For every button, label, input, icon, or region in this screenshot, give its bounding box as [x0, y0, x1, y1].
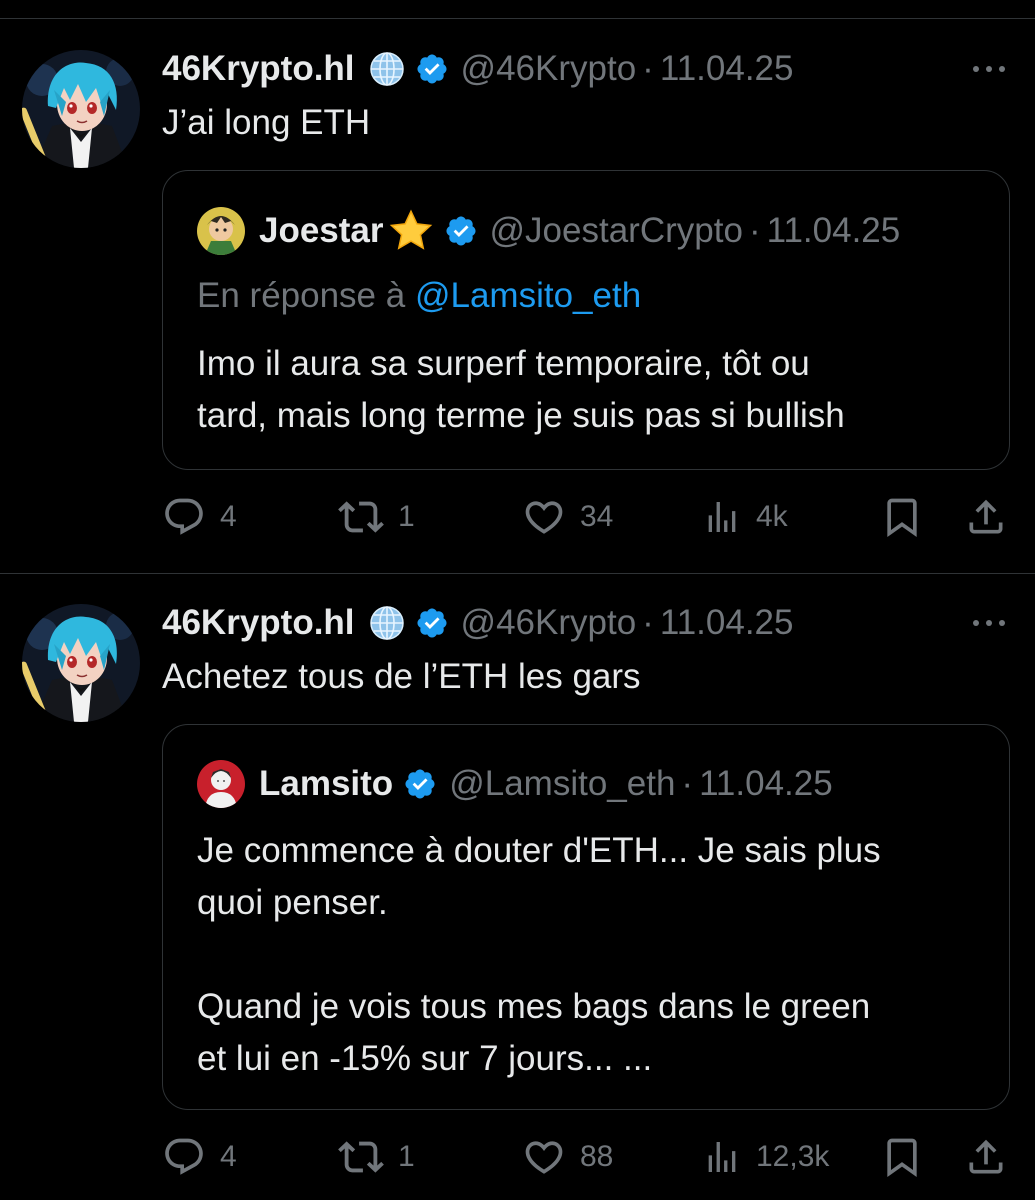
- like-button[interactable]: 34: [522, 494, 613, 540]
- like-count: 88: [580, 1140, 614, 1173]
- repost-count: 1: [398, 500, 415, 533]
- quoted-author-handle: @JoestarCrypto: [489, 211, 743, 250]
- reply-mention-link[interactable]: @Lamsito_eth: [415, 276, 641, 315]
- reply-count: 4: [220, 1140, 237, 1173]
- bookmark-button[interactable]: [880, 1134, 924, 1180]
- quoted-author-avatar: [197, 760, 245, 808]
- quoted-text-line: Je commence à douter d'ETH... Je sais pl…: [197, 831, 881, 870]
- verified-badge-icon: [444, 214, 478, 248]
- share-button[interactable]: [964, 494, 1008, 540]
- reply-icon: [162, 1135, 206, 1179]
- quoted-author-name: Joestar: [259, 211, 384, 250]
- star-emoji-icon: [388, 209, 434, 253]
- repost-icon: [338, 494, 384, 540]
- quoted-text-line: quoi penser.: [197, 883, 388, 922]
- quoted-tweet-date: 11.04.25: [766, 211, 901, 250]
- heart-icon: [522, 1135, 566, 1179]
- quoted-tweet-date: 11.04.25: [699, 764, 833, 803]
- separator-dot: ·: [642, 49, 654, 88]
- tweet-text: J’ai long ETH: [162, 103, 371, 142]
- reply-icon: [162, 495, 206, 539]
- verified-badge-icon: [403, 767, 437, 801]
- views-count: 4k: [756, 500, 788, 533]
- separator-dot: ·: [748, 211, 761, 250]
- like-count: 34: [580, 500, 614, 533]
- author-handle[interactable]: @46Krypto: [461, 603, 637, 643]
- share-icon: [964, 1135, 1008, 1179]
- more-options-icon[interactable]: [973, 613, 1005, 633]
- separator-dot: ·: [681, 764, 694, 803]
- separator-dot: ·: [642, 603, 654, 642]
- verified-badge-icon: [415, 606, 449, 640]
- views-button[interactable]: 12,3k: [702, 1134, 829, 1180]
- quoted-tweet[interactable]: Joestar @JoestarCrypto · 11.04.25 En rép…: [162, 170, 1010, 470]
- author-avatar[interactable]: [22, 604, 140, 722]
- tweet-header: 46Krypto.hl @46Krypto · 11.04.25: [162, 46, 793, 92]
- quoted-text-line: Imo il aura sa surperf temporaire, tôt o…: [197, 344, 810, 383]
- quoted-tweet-header: Joestar @JoestarCrypto · 11.04.25: [197, 207, 901, 255]
- views-icon: [702, 1137, 742, 1177]
- globe-icon: [369, 605, 405, 641]
- repost-count: 1: [398, 1140, 415, 1173]
- views-count: 12,3k: [756, 1140, 830, 1173]
- repost-button[interactable]: 1: [338, 1134, 415, 1180]
- share-button[interactable]: [964, 1134, 1008, 1180]
- more-options-icon[interactable]: [973, 59, 1005, 79]
- author-handle[interactable]: @46Krypto: [461, 49, 637, 89]
- reply-button[interactable]: 4: [162, 1134, 237, 1180]
- author-avatar[interactable]: [22, 50, 140, 168]
- quoted-tweet-text: Imo il aura sa surperf temporaire, tôt o…: [197, 338, 845, 442]
- quoted-text-line: tard, mais long terme je suis pas si bul…: [197, 396, 845, 435]
- quoted-tweet[interactable]: Lamsito @Lamsito_eth · 11.04.25 Je comme…: [162, 724, 1010, 1110]
- repost-icon: [338, 1134, 384, 1180]
- bookmark-icon: [880, 495, 924, 539]
- tweet-header: 46Krypto.hl @46Krypto · 11.04.25: [162, 600, 793, 646]
- like-button[interactable]: 88: [522, 1134, 613, 1180]
- tweet-date[interactable]: 11.04.25: [660, 603, 794, 643]
- tweet-text: Achetez tous de l’ETH les gars: [162, 657, 641, 696]
- author-name[interactable]: 46Krypto.hl: [162, 49, 355, 89]
- quoted-tweet-text: Je commence à douter d'ETH... Je sais pl…: [197, 825, 881, 1085]
- tweet-actions: 4 1 88 12,3k: [162, 1134, 1012, 1180]
- reply-count: 4: [220, 500, 237, 533]
- tweet-actions: 4 1 34 4k: [162, 494, 1012, 540]
- views-icon: [702, 497, 742, 537]
- reply-prefix: En réponse à: [197, 276, 406, 315]
- quoted-text-line: Quand je vois tous mes bags dans le gree…: [197, 987, 871, 1026]
- bookmark-button[interactable]: [880, 494, 924, 540]
- reply-context: En réponse à @Lamsito_eth: [197, 273, 641, 319]
- divider: [0, 573, 1035, 574]
- views-button[interactable]: 4k: [702, 494, 788, 540]
- verified-badge-icon: [415, 52, 449, 86]
- bookmark-icon: [880, 1135, 924, 1179]
- quoted-tweet-header: Lamsito @Lamsito_eth · 11.04.25: [197, 760, 833, 808]
- quoted-author-avatar: [197, 207, 245, 255]
- share-icon: [964, 495, 1008, 539]
- tweet-date[interactable]: 11.04.25: [660, 49, 794, 89]
- reply-button[interactable]: 4: [162, 494, 237, 540]
- repost-button[interactable]: 1: [338, 494, 415, 540]
- heart-icon: [522, 495, 566, 539]
- quoted-author-name: Lamsito: [259, 764, 394, 803]
- divider: [0, 18, 1035, 19]
- author-name[interactable]: 46Krypto.hl: [162, 603, 355, 643]
- globe-icon: [369, 51, 405, 87]
- quoted-author-handle: @Lamsito_eth: [449, 764, 676, 803]
- quoted-text-line: et lui en -15% sur 7 jours... ...: [197, 1039, 653, 1078]
